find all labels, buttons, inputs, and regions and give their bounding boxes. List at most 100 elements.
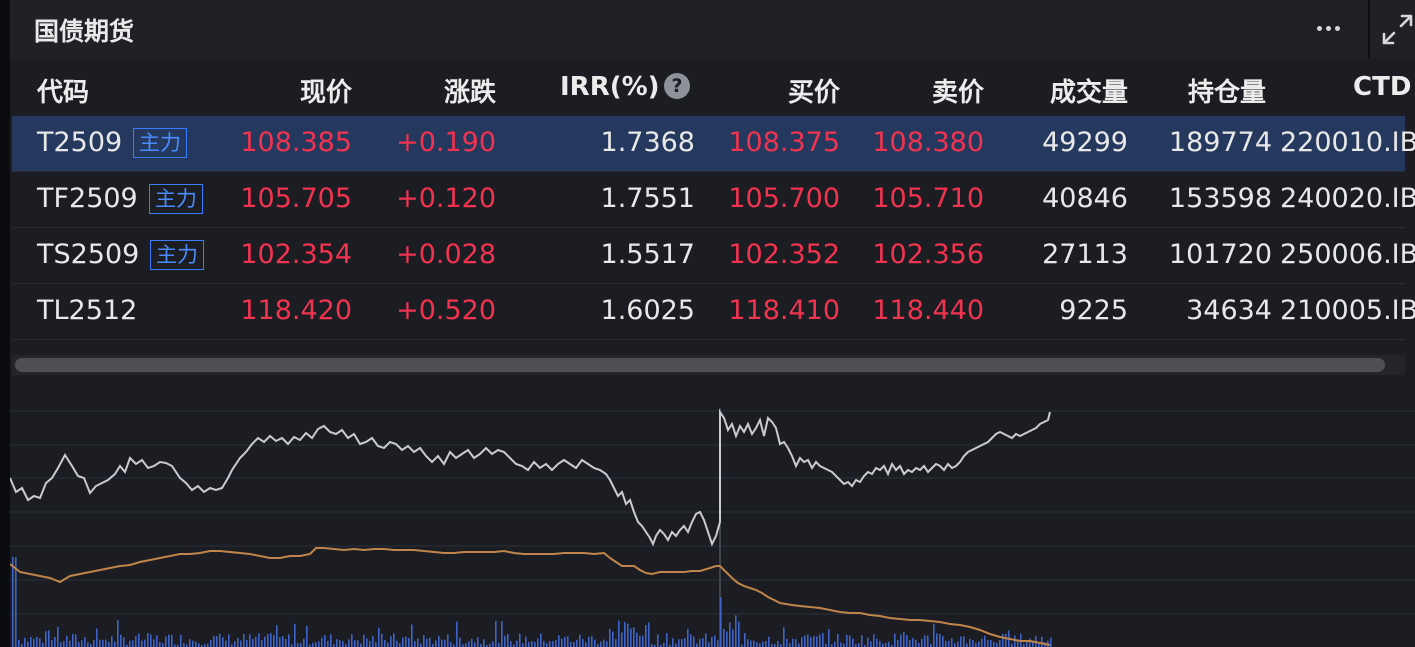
volume-bar: [132, 640, 134, 647]
volume-bar: [99, 639, 101, 647]
help-icon[interactable]: ?: [664, 73, 690, 99]
volume-bar: [759, 643, 761, 647]
volume-bar: [567, 636, 569, 647]
column-header-ctd[interactable]: CTD: [1353, 72, 1411, 102]
volume-bar: [861, 635, 863, 647]
volume-bar: [510, 641, 512, 647]
scrollbar-thumb[interactable]: [15, 358, 1385, 372]
row-code: TS2509: [37, 239, 140, 270]
volume-bar: [687, 628, 689, 647]
volume-bar: [840, 642, 842, 647]
volume-bar: [216, 636, 218, 647]
volume-bar: [369, 640, 371, 647]
column-header-open-interest[interactable]: 持仓量: [1188, 72, 1266, 109]
volume-bar: [570, 641, 572, 647]
volume-bar: [993, 641, 995, 647]
expand-icon[interactable]: [1380, 12, 1415, 47]
volume-bar: [555, 640, 557, 647]
volume-bar: [747, 639, 749, 647]
volume-bar: [390, 636, 392, 647]
volume-bar: [813, 635, 815, 647]
volume-bar: [441, 639, 443, 647]
volume-bar: [117, 620, 119, 647]
horizontal-scrollbar[interactable]: [12, 355, 1405, 375]
volume-bar: [1050, 637, 1052, 647]
column-header-ask[interactable]: 卖价: [884, 72, 984, 109]
volume-bar: [342, 641, 344, 647]
column-header-price[interactable]: 现价: [252, 72, 352, 109]
volume-bar: [909, 639, 911, 647]
volume-bar: [723, 628, 725, 647]
column-header-volume[interactable]: 成交量: [1010, 72, 1128, 109]
row-change: +0.190: [396, 127, 496, 158]
volume-bar: [450, 642, 452, 647]
volume-bar: [948, 640, 950, 647]
volume-bar: [348, 639, 350, 647]
row-price: 102.354: [240, 239, 352, 270]
volume-bar: [12, 557, 14, 647]
volume-bar: [243, 634, 245, 647]
volume-bar: [516, 640, 518, 647]
volume-bar: [339, 640, 341, 647]
row-irr: 1.6025: [600, 295, 695, 326]
table-row[interactable]: TF2509 主力 105.705 +0.120 1.7551 105.700 …: [12, 172, 1415, 228]
volume-bar: [249, 634, 251, 647]
volume-bar: [678, 639, 680, 647]
table-row[interactable]: T2509 主力 108.385 +0.190 1.7368 108.375 1…: [12, 116, 1415, 172]
volume-bar: [822, 632, 824, 647]
volume-bar: [165, 636, 167, 647]
column-header-change[interactable]: 涨跌: [396, 72, 496, 109]
volume-bar: [264, 636, 266, 647]
volume-bar: [228, 634, 230, 647]
row-open-interest: 153598: [1168, 183, 1272, 214]
volume-bar: [45, 631, 47, 647]
volume-bar: [192, 640, 194, 647]
volume-bar: [576, 639, 578, 647]
volume-bar: [210, 640, 212, 647]
volume-bar: [189, 639, 191, 647]
volume-bar: [498, 642, 500, 647]
volume-bar: [1005, 633, 1007, 647]
row-open-interest: 189774: [1168, 127, 1272, 158]
volume-bar: [753, 640, 755, 647]
volume-bar: [507, 634, 509, 647]
volume-bar: [588, 636, 590, 647]
more-icon[interactable]: [1306, 8, 1350, 48]
volume-bar: [876, 638, 878, 647]
volume-bar: [867, 637, 869, 647]
row-volume: 49299: [1042, 127, 1128, 158]
column-header-irr[interactable]: IRR(%): [560, 72, 660, 102]
volume-bar: [960, 636, 962, 647]
volume-bar: [285, 638, 287, 647]
volume-bar: [18, 639, 20, 647]
column-header-code[interactable]: 代码: [37, 72, 89, 109]
volume-bar: [705, 633, 707, 647]
volume-bar: [471, 638, 473, 647]
volume-bar: [942, 635, 944, 647]
row-ask: 108.380: [872, 127, 984, 158]
volume-bar: [975, 642, 977, 647]
volume-bar: [996, 642, 998, 647]
volume-bar: [624, 621, 626, 647]
volume-bar: [903, 631, 905, 647]
volume-bar: [138, 633, 140, 647]
volume-bar: [69, 640, 71, 647]
volume-bar: [618, 620, 620, 647]
main-contract-tag: 主力: [150, 240, 204, 270]
volume-bar: [543, 640, 545, 647]
volume-bar: [354, 640, 356, 647]
volume-bar: [873, 634, 875, 647]
table-row[interactable]: TL2512 118.420 +0.520 1.6025 118.410 118…: [12, 284, 1415, 340]
volume-bar: [978, 641, 980, 647]
volume-bar: [750, 640, 752, 647]
column-header-bid[interactable]: 买价: [740, 72, 840, 109]
table-row[interactable]: TS2509 主力 102.354 +0.028 1.5517 102.352 …: [12, 228, 1415, 284]
volume-bar: [615, 639, 617, 647]
volume-bar: [360, 643, 362, 647]
row-ask: 105.710: [872, 183, 984, 214]
volume-bar: [402, 637, 404, 647]
volume-bar: [951, 638, 953, 647]
volume-bar: [294, 623, 296, 647]
volume-bar: [621, 632, 623, 647]
volume-bar: [147, 633, 149, 647]
